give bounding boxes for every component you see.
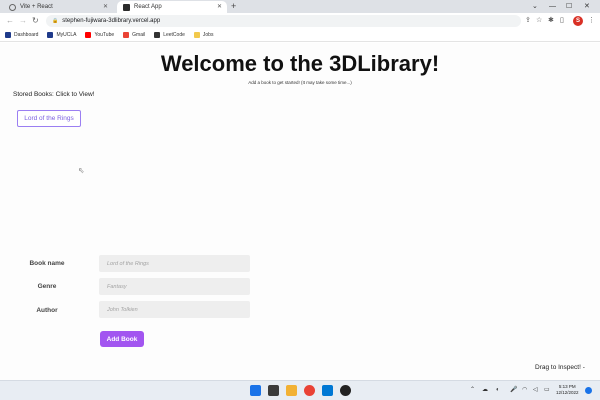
mouse-cursor-icon: ⇖ [78, 166, 85, 175]
tab-react-app[interactable]: React App ✕ [117, 1, 227, 13]
clock-date: 12/12/2022 [556, 390, 579, 395]
forward-icon[interactable]: → [19, 16, 27, 26]
react-app-favicon-icon [123, 3, 130, 11]
genre-input[interactable] [99, 278, 250, 295]
headset-icon[interactable]: ◐ [496, 386, 500, 394]
bookmark-youtube[interactable]: YouTube [85, 32, 114, 38]
back-icon[interactable]: ← [6, 16, 14, 26]
volume-icon[interactable]: ◁ [533, 386, 538, 394]
add-book-button[interactable]: Add Book [100, 331, 144, 347]
app-icon[interactable] [340, 385, 351, 396]
close-window-icon[interactable]: ✕ [584, 1, 590, 12]
gmail-icon [123, 32, 130, 38]
leetcode-icon [154, 32, 161, 38]
profile-avatar[interactable]: S [573, 16, 583, 26]
address-toolbar: ← → ↻ 🔒 stephen-fujiwara-3dlibrary.verce… [0, 13, 600, 29]
vscode-icon[interactable] [322, 385, 333, 396]
minimize-icon[interactable]: — [549, 1, 556, 12]
page-title: Welcome to the 3DLibrary! [160, 51, 440, 76]
close-tab-icon[interactable]: ✕ [103, 3, 108, 10]
extensions-icon[interactable]: ✱ [548, 16, 554, 26]
lock-icon[interactable]: 🔒 [52, 18, 58, 24]
maximize-icon[interactable]: ☐ [566, 1, 572, 12]
tab-label: Vite + React [20, 4, 53, 10]
share-icon[interactable]: ⇪ [525, 16, 531, 26]
address-text[interactable]: stephen-fujiwara-3dlibrary.vercel.app [62, 18, 160, 24]
bookmark-dashboard[interactable]: Dashboard [5, 32, 38, 38]
drag-to-inspect-hint: Drag to Inspect! - [535, 364, 585, 371]
folder-icon [193, 32, 200, 38]
close-tab-icon[interactable]: ✕ [217, 3, 222, 10]
bookmarks-bar: Dashboard MyUCLA YouTube Gmail LeetCode Jobs [0, 29, 600, 42]
dashboard-icon [5, 32, 11, 38]
clock[interactable]: 5:13 PM 12/12/2022 [556, 384, 579, 396]
wifi-icon[interactable]: ◠ [522, 386, 527, 394]
notification-icon[interactable] [585, 387, 592, 394]
bookmark-label: LeetCode [163, 32, 185, 38]
globe-icon [9, 3, 16, 11]
tab-search-icon[interactable]: ⌄ [532, 1, 538, 12]
page-content: Welcome to the 3DLibrary! Add a book to … [0, 43, 600, 380]
bookmark-label: Jobs [202, 32, 214, 38]
bookmark-jobs[interactable]: Jobs [193, 32, 214, 38]
youtube-icon [85, 32, 92, 38]
show-hidden-icons-icon[interactable]: ⌃ [470, 386, 475, 394]
cloud-icon[interactable]: ☁ [482, 386, 488, 394]
bookmark-star-icon[interactable]: ☆ [536, 16, 542, 26]
file-explorer-icon[interactable] [286, 385, 297, 396]
tab-vite-react[interactable]: Vite + React ✕ [3, 1, 113, 13]
book-name-label: Book name [29, 260, 65, 267]
address-bar[interactable]: 🔒 stephen-fujiwara-3dlibrary.vercel.app [46, 15, 521, 27]
chrome-icon[interactable] [304, 385, 315, 396]
bookmark-label: MyUCLA [56, 32, 77, 38]
windows-start-icon[interactable] [250, 385, 261, 396]
new-tab-button[interactable]: + [231, 1, 236, 12]
stored-book-button[interactable]: Lord of the Rings [17, 110, 81, 127]
myucla-icon [47, 32, 54, 38]
bookmark-gmail[interactable]: Gmail [123, 32, 145, 38]
battery-icon[interactable]: ▭ [544, 386, 550, 394]
bookmark-leetcode[interactable]: LeetCode [154, 32, 185, 38]
tab-strip: Vite + React ✕ React App ✕ + ⌄ — ☐ ✕ [0, 0, 600, 13]
genre-label: Genre [37, 283, 57, 290]
taskbar: ⌃ ☁ ◐ 🎤 ◠ ◁ ▭ 5:13 PM 12/12/2022 [0, 380, 600, 400]
bookmark-label: Dashboard [14, 32, 39, 38]
tab-label: React App [134, 4, 162, 10]
reload-icon[interactable]: ↻ [32, 16, 39, 26]
stored-books-label: Stored Books: Click to View! [13, 91, 95, 98]
bookmark-label: YouTube [94, 32, 115, 38]
bookmark-label: Gmail [132, 32, 146, 38]
menu-dots-icon[interactable]: ⋮ [588, 16, 595, 26]
author-input[interactable] [99, 301, 250, 318]
task-view-icon[interactable] [268, 385, 279, 396]
author-label: Author [36, 307, 58, 314]
page-subtitle: Add a book to get started! (It may take … [248, 80, 352, 85]
book-name-input[interactable] [99, 255, 250, 272]
side-panel-icon[interactable]: ▯ [560, 16, 564, 26]
bookmark-myucla[interactable]: MyUCLA [47, 32, 76, 38]
microphone-icon[interactable]: 🎤 [510, 386, 517, 394]
